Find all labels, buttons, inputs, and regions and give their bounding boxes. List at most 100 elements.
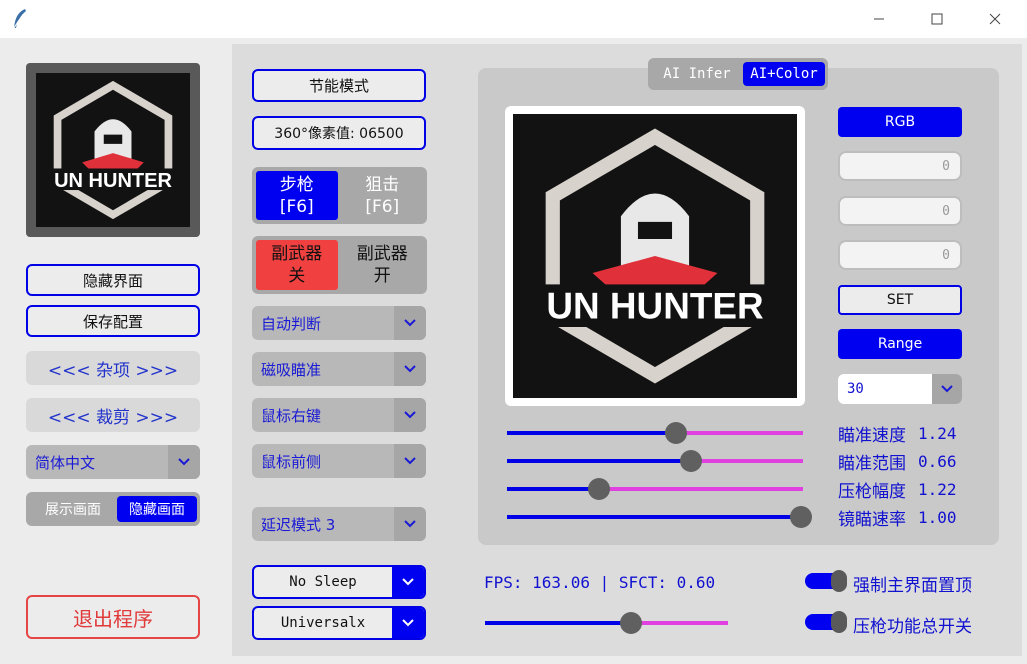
slider-knob[interactable]	[588, 478, 610, 500]
aim-range-readout: 瞄准范围 0.66	[838, 449, 957, 474]
sleep-mode-select[interactable]: No Sleep	[252, 565, 426, 599]
range-button[interactable]: Range	[838, 329, 962, 359]
bottom-slider[interactable]	[485, 612, 728, 634]
screen-toggle[interactable]: 展示画面 隐藏画面	[26, 492, 200, 526]
sleep-mode-value: No Sleep	[289, 574, 357, 590]
scope-rate-label: 镜瞄速率	[838, 510, 906, 530]
weapon-mode-switch[interactable]: 步枪 [F6] 狙击 [F6]	[252, 167, 427, 224]
slider-track-remaining	[691, 459, 803, 463]
trigger-key-select[interactable]: 鼠标右键	[252, 398, 426, 432]
crop-nav-button[interactable]: <<< 裁剪 >>>	[26, 398, 200, 432]
pixel-value-field[interactable]: 360°像素值: 06500	[252, 116, 426, 150]
delay-mode-value: 延迟模式 3	[261, 515, 336, 534]
rgb-r-input[interactable]: 0	[838, 151, 962, 181]
range-select[interactable]: 30	[838, 374, 962, 404]
rgb-g-input[interactable]: 0	[838, 196, 962, 226]
sniper-label: 狙击	[365, 174, 400, 195]
slider-track-filled	[507, 431, 676, 435]
slider-track-filled	[507, 459, 691, 463]
show-screen-option[interactable]: 展示画面	[29, 499, 117, 519]
side-key-select[interactable]: 鼠标前侧	[252, 444, 426, 478]
save-config-button[interactable]: 保存配置	[26, 305, 200, 337]
auto-judge-value: 自动判断	[261, 314, 322, 333]
secondary-off-state: 关	[288, 266, 306, 286]
aim-range-slider[interactable]	[507, 450, 803, 472]
range-value: 30	[847, 381, 864, 397]
trigger-key-value: 鼠标右键	[261, 406, 322, 425]
hide-screen-option[interactable]: 隐藏画面	[117, 496, 197, 522]
hide-ui-button[interactable]: 隐藏界面	[26, 264, 200, 296]
delay-mode-select[interactable]: 延迟模式 3	[252, 507, 426, 541]
slider-track-filled	[485, 621, 631, 625]
recoil-amount-value: 1.22	[918, 480, 957, 499]
recoil-master-toggle[interactable]	[805, 611, 847, 633]
topmost-label: 强制主界面置顶	[853, 576, 972, 596]
aim-range-label: 瞄准范围	[838, 454, 906, 474]
mouse-driver-value: Universalx	[280, 615, 366, 631]
exit-button[interactable]: 退出程序	[26, 595, 200, 639]
chevron-down-icon	[394, 352, 426, 386]
language-select[interactable]: 简体中文	[26, 445, 200, 479]
chevron-down-icon	[394, 398, 426, 432]
chevron-down-icon	[394, 444, 426, 478]
chevron-down-icon	[392, 567, 424, 597]
aim-speed-label: 瞄准速度	[838, 426, 906, 446]
aim-range-value: 0.66	[918, 452, 957, 471]
scope-rate-slider[interactable]	[507, 506, 812, 528]
slider-track-filled	[507, 487, 599, 491]
misc-nav-button[interactable]: <<< 杂项 >>>	[26, 351, 200, 385]
slider-knob[interactable]	[665, 422, 687, 444]
aim-mode-select[interactable]: 磁吸瞄准	[252, 352, 426, 386]
power-mode-button[interactable]: 节能模式	[252, 69, 426, 102]
slider-track-remaining	[631, 621, 728, 625]
aim-mode-value: 磁吸瞄准	[261, 360, 322, 379]
slider-knob[interactable]	[790, 506, 812, 528]
tab-ai-infer[interactable]: AI Infer	[651, 66, 743, 82]
chevron-down-icon	[932, 374, 962, 404]
side-key-value: 鼠标前侧	[261, 452, 322, 471]
secondary-on-option[interactable]: 副武器 开	[342, 240, 424, 290]
topmost-toggle[interactable]	[805, 570, 847, 592]
rgb-button[interactable]: RGB	[838, 107, 962, 137]
recoil-amount-slider[interactable]	[507, 478, 803, 500]
slider-knob[interactable]	[620, 612, 642, 634]
chevron-down-icon	[394, 507, 426, 541]
scope-rate-value: 1.00	[918, 508, 957, 527]
slider-knob[interactable]	[680, 450, 702, 472]
close-button[interactable]	[972, 0, 1018, 38]
recoil-amount-readout: 压枪幅度 1.22	[838, 477, 957, 502]
rgb-b-input[interactable]: 0	[838, 240, 962, 270]
sniper-option[interactable]: 狙击 [F6]	[342, 171, 424, 220]
rifle-option[interactable]: 步枪 [F6]	[256, 171, 338, 220]
recoil-master-label: 压枪功能总开关	[853, 617, 972, 637]
secondary-on-state: 开	[373, 266, 391, 286]
hunter-logo: UN HUNTER	[51, 80, 175, 220]
aim-speed-slider[interactable]	[507, 422, 803, 444]
rifle-key: [F6]	[279, 196, 314, 217]
slider-track-filled	[507, 515, 803, 519]
infer-mode-tabs[interactable]: AI Infer AI+Color	[648, 58, 828, 90]
capture-preview: UN HUNTER	[505, 106, 805, 406]
aim-speed-value: 1.24	[918, 424, 957, 443]
slider-track-remaining	[676, 431, 803, 435]
chevron-down-icon	[394, 306, 426, 340]
toggle-thumb	[831, 611, 847, 633]
slider-track-remaining	[599, 487, 803, 491]
secondary-weapon-switch[interactable]: 副武器 关 副武器 开	[252, 236, 427, 294]
set-button[interactable]: SET	[838, 285, 962, 315]
mouse-driver-select[interactable]: Universalx	[252, 606, 426, 640]
secondary-off-option[interactable]: 副武器 关	[256, 240, 338, 290]
scope-rate-readout: 镜瞄速率 1.00	[838, 505, 957, 530]
toggle-thumb	[831, 570, 847, 592]
secondary-off-label: 副武器	[271, 244, 323, 264]
maximize-button[interactable]	[914, 0, 960, 38]
minimize-button[interactable]	[856, 0, 902, 38]
rifle-label: 步枪	[279, 174, 314, 195]
secondary-on-label: 副武器	[356, 244, 408, 264]
auto-judge-select[interactable]: 自动判断	[252, 306, 426, 340]
tab-ai-color[interactable]: AI+Color	[743, 62, 825, 86]
svg-text:UN HUNTER: UN HUNTER	[54, 170, 172, 192]
hunter-logo: UN HUNTER	[535, 128, 775, 384]
svg-text:UN HUNTER: UN HUNTER	[546, 285, 763, 326]
fps-status: FPS: 163.06 | SFCT: 0.60	[484, 573, 716, 592]
